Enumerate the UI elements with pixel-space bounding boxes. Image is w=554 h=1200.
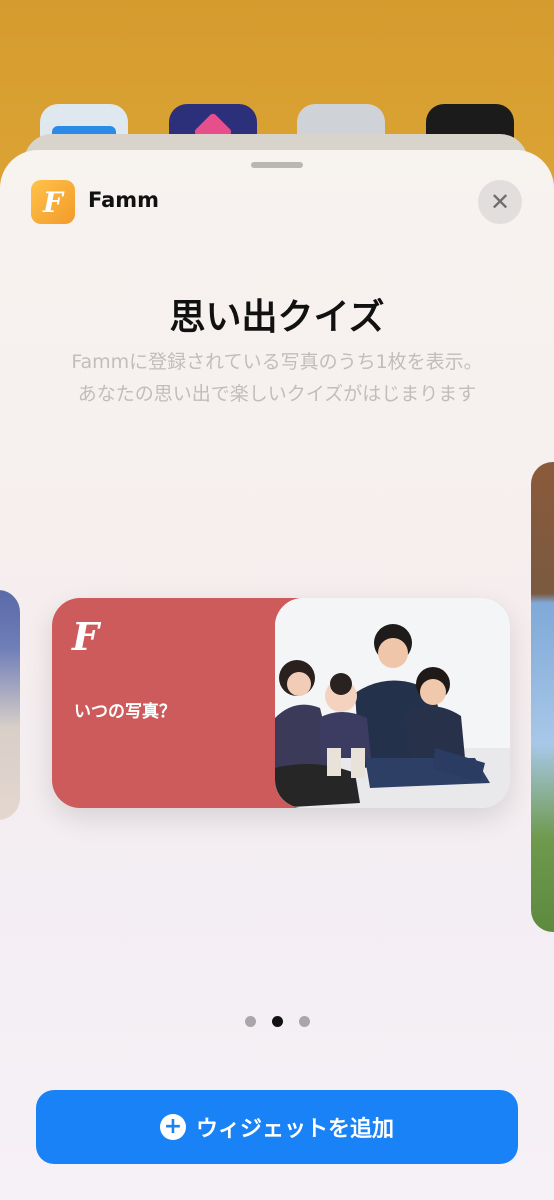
add-widget-button[interactable]: + ウィジェットを追加 <box>36 1090 518 1164</box>
widget-preview[interactable]: F いつの写真？ <box>52 598 510 808</box>
family-photo <box>275 598 510 808</box>
next-widget-preview[interactable] <box>531 462 554 932</box>
widget-description: Fammに登録されている写真のうち1枚を表示。 あなたの思い出で楽しいクイズがは… <box>0 346 554 410</box>
page-indicator[interactable] <box>0 1016 554 1027</box>
add-widget-label: ウィジェットを追加 <box>195 1117 394 1142</box>
widget-gallery-sheet: F Famm ✕ 思い出クイズ Fammに登録されている写真のうち1枚を表示。 … <box>0 150 554 1200</box>
famm-logo-icon: F <box>72 614 99 659</box>
plus-circle-icon: + <box>159 1114 186 1140</box>
page-dot[interactable] <box>298 1016 310 1027</box>
app-name: Famm <box>88 188 160 212</box>
quiz-question: いつの写真？ <box>74 702 176 722</box>
family-photo-image <box>275 598 510 808</box>
page-dot-active[interactable] <box>271 1016 283 1027</box>
page-dot[interactable] <box>244 1016 256 1027</box>
famm-app-icon: F <box>31 180 75 224</box>
sheet-grabber[interactable] <box>251 162 303 168</box>
widget-title: 思い出クイズ <box>169 297 385 338</box>
description-line: Fammに登録されている写真のうち1枚を表示。 <box>71 351 483 373</box>
close-button[interactable]: ✕ <box>478 180 522 224</box>
description-line: あなたの思い出で楽しいクイズがはじまります <box>77 383 477 405</box>
previous-widget-preview[interactable] <box>0 590 20 820</box>
